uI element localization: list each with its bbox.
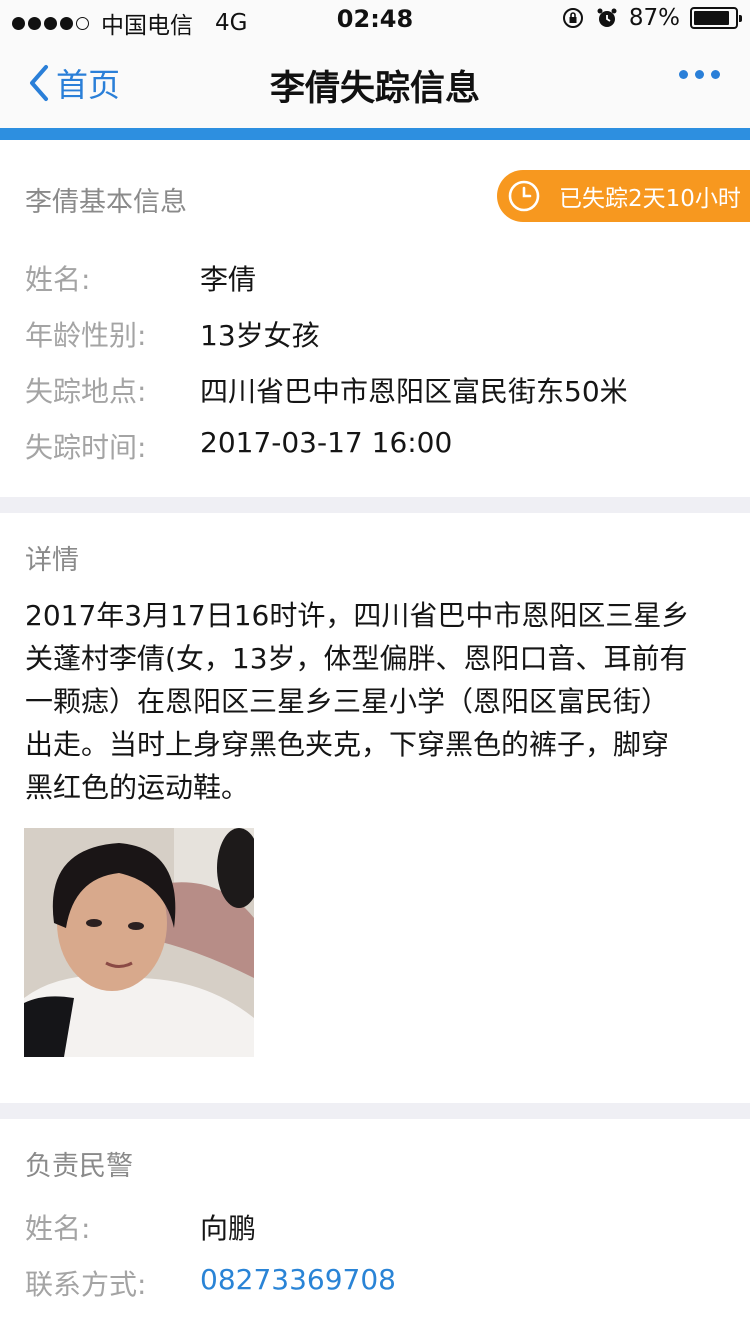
header-divider: [0, 128, 750, 140]
more-dot-icon: [711, 70, 720, 79]
details-title: 详情: [25, 545, 79, 576]
name-label: 姓名:: [25, 263, 91, 296]
alarm-icon: [597, 8, 617, 27]
more-dot-icon: [679, 70, 688, 79]
missing-location-label: 失踪地点:: [25, 375, 147, 408]
page-title: 李倩失踪信息: [269, 69, 480, 109]
navigation-bar: 首页 李倩失踪信息: [0, 40, 750, 128]
battery-icon: [690, 7, 742, 29]
age-gender-value: 13岁女孩: [200, 319, 320, 352]
details-line: 一颗痣）在恩阳区三星乡三星小学（恩阳区富民街）: [25, 685, 670, 718]
status-bar: 中国电信 4G 02:48 87%: [0, 0, 750, 40]
missing-duration-text: 已失踪2天10小时: [559, 186, 741, 212]
details-line: 2017年3月17日16时许，四川省巴中市恩阳区三星乡: [25, 599, 690, 632]
age-gender-label: 年龄性别:: [25, 319, 147, 352]
details-line: 关蓬村李倩(女，13岁，体型偏胖、恩阳口音、耳前有: [25, 642, 688, 675]
clock-icon: [508, 180, 540, 212]
police-name-value: 向鹏: [200, 1212, 257, 1245]
missing-duration-badge: 已失踪2天10小时: [497, 170, 750, 222]
more-dot-icon: [695, 70, 704, 79]
battery-fill: [694, 11, 729, 25]
name-value: 李倩: [200, 263, 257, 296]
missing-time-label: 失踪时间:: [25, 431, 147, 464]
contact-phone-link[interactable]: 08273369708: [200, 1263, 396, 1296]
section-divider: [0, 497, 750, 513]
details-line: 出走。当时上身穿黑色夹克，下穿黑色的裤子，脚穿: [25, 728, 670, 761]
details-line: 黑红色的运动鞋。: [25, 771, 250, 804]
battery-percent: 87%: [628, 5, 680, 31]
more-menu-button[interactable]: [679, 70, 720, 79]
missing-time-value: 2017-03-17 16:00: [200, 426, 453, 459]
rotation-lock-icon: [562, 8, 583, 28]
missing-location-value: 四川省巴中市恩阳区富民街东50米: [200, 375, 628, 408]
basic-info-title: 李倩基本信息: [25, 187, 187, 218]
missing-person-photo[interactable]: [24, 828, 254, 1057]
police-name-label: 姓名:: [25, 1212, 91, 1245]
details-description: 2017年3月17日16时许，四川省巴中市恩阳区三星乡 关蓬村李倩(女，13岁，…: [25, 594, 735, 809]
portrait-image: [24, 828, 254, 1057]
police-title: 负责民警: [25, 1151, 133, 1182]
status-right: 87%: [561, 5, 742, 31]
section-divider: [0, 1103, 750, 1119]
contact-label: 联系方式:: [25, 1268, 147, 1301]
